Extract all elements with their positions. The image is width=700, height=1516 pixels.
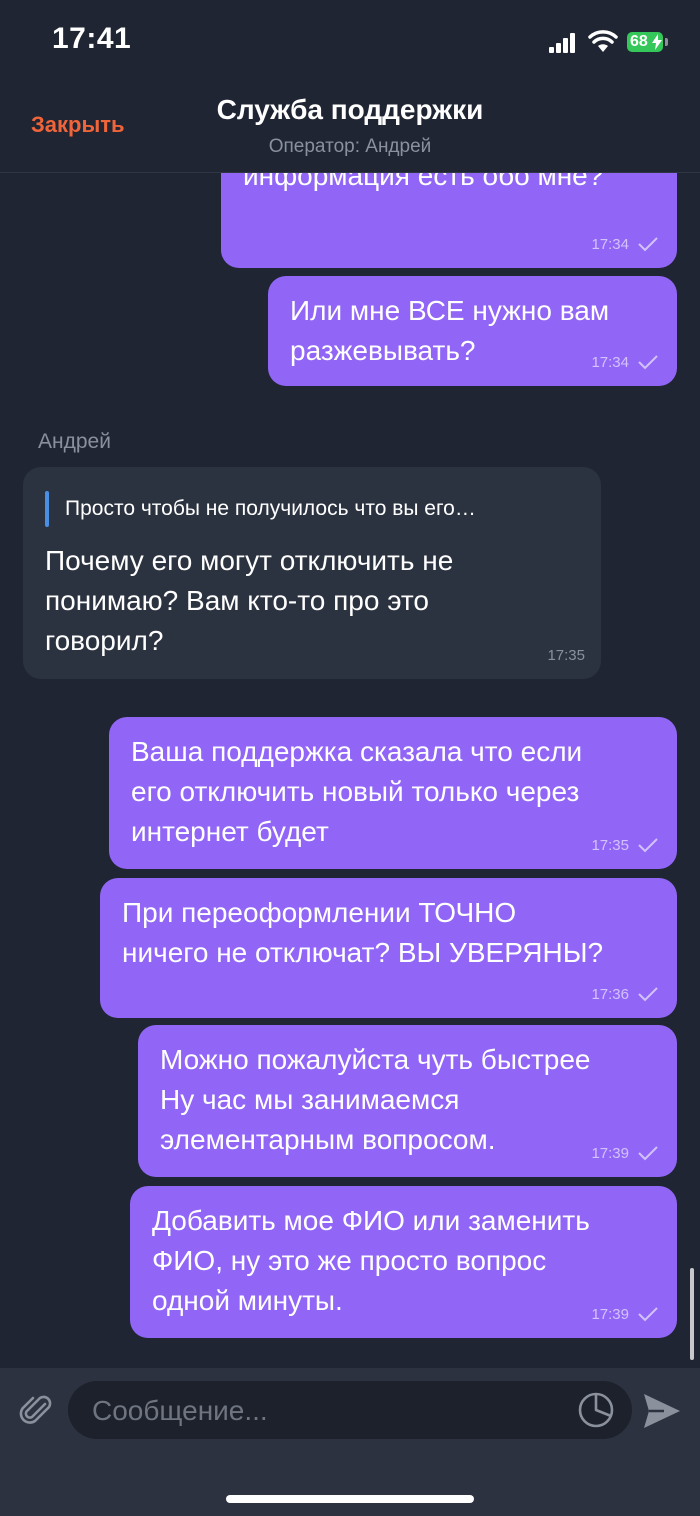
battery-level: 68 (630, 33, 648, 50)
status-time: 17:41 (52, 22, 132, 55)
message-text: Ваша поддержка сказала что если его откл… (131, 736, 583, 847)
message-time: 17:35 (591, 836, 629, 854)
chat-header: Служба поддержки Оператор: Андрей Закрыт… (0, 86, 700, 173)
message-composer (0, 1368, 700, 1516)
checkmark-icon (638, 355, 658, 370)
message-meta: 17:36 (591, 984, 659, 1004)
checkmark-icon (638, 1146, 658, 1161)
message-meta: 17:35 (547, 645, 585, 665)
message-meta: 17:39 (591, 1143, 659, 1163)
message-text: Почему его могут отключить не понимаю? В… (45, 545, 454, 656)
message-time: 17:39 (591, 1144, 629, 1162)
checkmark-icon (638, 237, 658, 252)
message-outgoing[interactable]: У вас хоть какая-то вообще информация ес… (221, 172, 677, 268)
message-time: 17:34 (591, 353, 629, 371)
home-indicator[interactable] (226, 1495, 474, 1503)
message-meta: 17:35 (591, 835, 659, 855)
message-incoming[interactable]: Просто чтобы не получилось что вы его… П… (23, 467, 601, 679)
checkmark-icon (638, 838, 658, 853)
message-outgoing[interactable]: Можно пожалуйста чуть быстрее Ну час мы … (138, 1025, 677, 1177)
close-button[interactable]: Закрыть (31, 112, 125, 138)
checkmark-icon (638, 987, 658, 1002)
message-meta: 17:34 (591, 352, 659, 372)
message-meta: 17:34 (591, 234, 659, 254)
send-icon[interactable] (642, 1392, 682, 1430)
message-input-container (68, 1381, 632, 1441)
message-input[interactable] (90, 1381, 564, 1441)
message-text: информация есть обо мне? (243, 172, 604, 191)
message-text: Добавить мое ФИО или заменить ФИО, ну эт… (152, 1205, 590, 1316)
scrollbar[interactable] (690, 1268, 694, 1360)
message-meta: 17:39 (591, 1304, 659, 1324)
message-list[interactable]: У вас хоть какая-то вообще информация ес… (0, 172, 700, 1368)
sticker-icon[interactable] (576, 1390, 616, 1430)
message-outgoing[interactable]: Или мне ВСЕ нужно вам разжевывать? 17:34 (268, 276, 677, 386)
status-bar: 17:41 68 (0, 0, 700, 86)
battery-icon: 68 (627, 32, 669, 54)
message-time: 17:34 (591, 235, 629, 253)
message-text: Или мне ВСЕ нужно вам разжевывать? (290, 295, 610, 366)
message-outgoing[interactable]: Ваша поддержка сказала что если его откл… (109, 717, 677, 869)
message-time: 17:35 (547, 646, 585, 664)
wifi-icon (588, 30, 618, 52)
message-time: 17:39 (591, 1305, 629, 1323)
message-outgoing[interactable]: Добавить мое ФИО или заменить ФИО, ну эт… (130, 1186, 677, 1338)
operator-subtitle: Оператор: Андрей (268, 136, 432, 157)
signal-icon (549, 33, 577, 53)
message-text: Можно пожалуйста чуть быстрее Ну час мы … (160, 1044, 591, 1155)
checkmark-icon (638, 1307, 658, 1322)
chat-screen: 17:41 68 Служба поддержки Оператор: Андр… (0, 0, 700, 1516)
paperclip-icon[interactable] (18, 1392, 56, 1430)
message-outgoing[interactable]: При переоформлении ТОЧНО ничего не отклю… (100, 878, 677, 1018)
message-time: 17:36 (591, 985, 629, 1003)
reply-preview[interactable]: Просто чтобы не получилось что вы его… (65, 491, 476, 527)
sender-name: Андрей (38, 430, 111, 453)
message-text: При переоформлении ТОЧНО ничего не отклю… (122, 897, 604, 968)
reply-indicator (45, 491, 49, 527)
